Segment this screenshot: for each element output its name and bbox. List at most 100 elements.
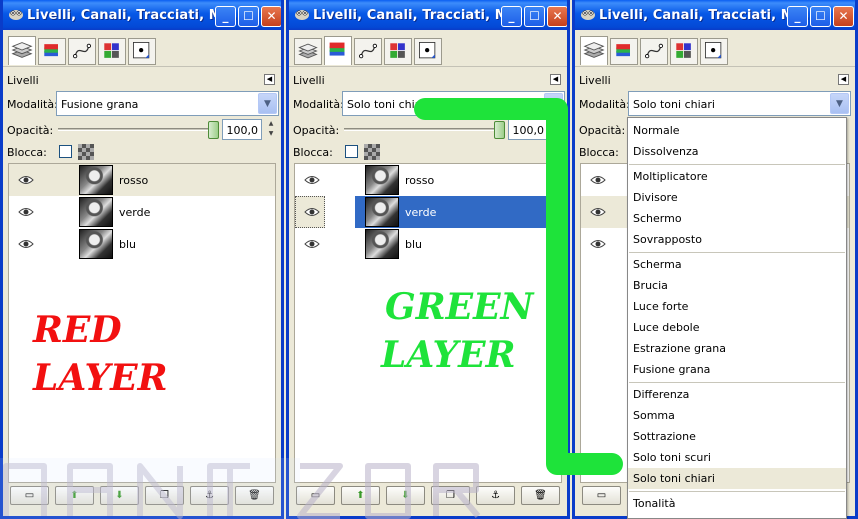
- mode-menu-item[interactable]: Normale: [628, 120, 846, 141]
- mode-menu-item[interactable]: Sovrapposto: [628, 229, 846, 250]
- new-layer-icon[interactable]: ▭: [296, 486, 335, 505]
- mode-menu-item[interactable]: Tonalità: [628, 493, 846, 514]
- mode-menu-item[interactable]: Moltiplicatore: [628, 166, 846, 187]
- mode-select[interactable]: Fusione grana ▼: [56, 91, 279, 116]
- layer-row[interactable]: blu: [295, 228, 561, 260]
- close-button[interactable]: ✕: [547, 6, 567, 27]
- maximize-button[interactable]: ☐: [810, 6, 831, 27]
- eye-icon[interactable]: [304, 174, 320, 186]
- channels-tab-icon[interactable]: [324, 36, 352, 65]
- color-palette-tab-icon[interactable]: [384, 38, 412, 65]
- mode-menu-item[interactable]: Differenza: [628, 384, 846, 405]
- maximize-button[interactable]: ☐: [238, 6, 259, 27]
- brush-tab-icon[interactable]: [700, 38, 728, 65]
- layers-tab-icon[interactable]: [8, 36, 36, 65]
- opacity-spin-arrows[interactable]: ▲ ▼: [264, 119, 278, 140]
- mode-menu-item[interactable]: Scherma: [628, 254, 846, 275]
- duplicate-layer-icon[interactable]: ❐: [431, 486, 470, 505]
- lock-alpha-icon[interactable]: [364, 144, 380, 160]
- opacity-slider[interactable]: [344, 128, 504, 131]
- opacity-input[interactable]: 100,0: [508, 119, 548, 140]
- mode-menu-item[interactable]: Dissolvenza: [628, 141, 846, 162]
- eye-icon[interactable]: [18, 206, 34, 218]
- paths-tab-icon[interactable]: [640, 38, 668, 65]
- close-button[interactable]: ✕: [261, 6, 281, 27]
- close-button[interactable]: ✕: [833, 6, 854, 27]
- eye-icon[interactable]: [18, 238, 34, 250]
- layer-row[interactable]: rosso: [295, 164, 561, 196]
- layers-dialog-2: Livelli, Canali, Tracciati, M... _ ☐ ✕ L…: [286, 0, 570, 519]
- raise-layer-icon[interactable]: ⬆: [55, 486, 94, 505]
- mode-menu-item[interactable]: Solo toni chiari: [628, 468, 846, 489]
- mode-menu-item[interactable]: Somma: [628, 405, 846, 426]
- panel-menu-icon[interactable]: ◀: [550, 74, 561, 85]
- lock-pixels-checkbox[interactable]: [59, 145, 72, 158]
- mode-menu-item[interactable]: Fusione grana: [628, 359, 846, 380]
- maximize-button[interactable]: ☐: [524, 6, 545, 27]
- paths-tab-icon[interactable]: [354, 38, 382, 65]
- panel-menu-icon[interactable]: ◀: [264, 74, 275, 85]
- layers-tab-icon[interactable]: [580, 36, 608, 65]
- mode-menu-item[interactable]: Estrazione grana: [628, 338, 846, 359]
- dock-tabs: [577, 34, 853, 66]
- lower-layer-icon[interactable]: ⬇: [386, 486, 425, 505]
- color-palette-tab-icon[interactable]: [98, 38, 126, 65]
- lock-alpha-icon[interactable]: [78, 144, 94, 160]
- opacity-input[interactable]: 100,0: [222, 119, 262, 140]
- opacity-slider[interactable]: [58, 128, 218, 131]
- color-palette-tab-icon[interactable]: [670, 38, 698, 65]
- layer-row[interactable]: blu: [9, 228, 275, 260]
- title-bar[interactable]: Livelli, Canali, Tracciati, M... _ ☐ ✕: [575, 0, 855, 30]
- delete-layer-icon[interactable]: 🗑: [235, 486, 274, 505]
- lower-layer-icon[interactable]: ⬇: [100, 486, 139, 505]
- gimp-icon: [581, 10, 595, 20]
- anchor-layer-icon[interactable]: ⚓: [476, 486, 515, 505]
- chevron-down-icon[interactable]: ▼: [830, 93, 849, 114]
- eye-icon[interactable]: [590, 238, 606, 250]
- layer-row[interactable]: verde: [9, 196, 275, 228]
- mode-menu-item[interactable]: Luce debole: [628, 317, 846, 338]
- brush-tab-icon[interactable]: [128, 38, 156, 65]
- eye-icon[interactable]: [304, 238, 320, 250]
- minimize-button[interactable]: _: [215, 6, 236, 27]
- eye-icon[interactable]: [304, 206, 320, 218]
- mode-select[interactable]: Solo toni chiari ▼: [342, 91, 565, 116]
- title-bar[interactable]: Livelli, Canali, Tracciati, M... _ ☐ ✕: [289, 0, 567, 30]
- mode-select[interactable]: Solo toni chiari ▼: [628, 91, 851, 116]
- title-bar[interactable]: Livelli, Canali, Tracciati, M... _ ☐ ✕: [3, 0, 281, 30]
- mode-menu-item[interactable]: Luce forte: [628, 296, 846, 317]
- lock-pixels-checkbox[interactable]: [345, 145, 358, 158]
- raise-layer-icon[interactable]: ⬆: [341, 486, 380, 505]
- eye-icon[interactable]: [590, 206, 606, 218]
- layers-tab-icon[interactable]: [294, 38, 322, 65]
- duplicate-layer-icon[interactable]: ❐: [145, 486, 184, 505]
- mode-menu-item[interactable]: Sottrazione: [628, 426, 846, 447]
- layer-name: verde: [405, 206, 437, 219]
- layer-thumbnail: [79, 197, 113, 227]
- chevron-down-icon[interactable]: ▼: [544, 93, 563, 114]
- eye-icon[interactable]: [590, 174, 606, 186]
- layer-row[interactable]: rosso: [9, 164, 275, 196]
- panel-menu-icon[interactable]: ◀: [838, 74, 849, 85]
- anchor-layer-icon[interactable]: ⚓: [190, 486, 229, 505]
- opacity-slider-handle[interactable]: [208, 121, 219, 139]
- delete-layer-icon[interactable]: 🗑: [521, 486, 560, 505]
- new-layer-icon[interactable]: ▭: [582, 486, 621, 505]
- mode-menu-item[interactable]: Brucia: [628, 275, 846, 296]
- minimize-button[interactable]: _: [787, 6, 808, 27]
- opacity-value: 100,0: [226, 124, 259, 137]
- paths-tab-icon[interactable]: [68, 38, 96, 65]
- brush-tab-icon[interactable]: [414, 38, 442, 65]
- mode-menu-item[interactable]: Schermo: [628, 208, 846, 229]
- channels-tab-icon[interactable]: [610, 38, 638, 65]
- mode-menu-item[interactable]: Divisore: [628, 187, 846, 208]
- layer-row[interactable]: verde: [295, 196, 561, 228]
- new-layer-icon[interactable]: ▭: [10, 486, 49, 505]
- opacity-spin-arrows[interactable]: ▲ ▼: [550, 119, 564, 140]
- channels-tab-icon[interactable]: [38, 38, 66, 65]
- eye-icon[interactable]: [18, 174, 34, 186]
- opacity-slider-handle[interactable]: [494, 121, 505, 139]
- minimize-button[interactable]: _: [501, 6, 522, 27]
- chevron-down-icon[interactable]: ▼: [258, 93, 277, 114]
- mode-menu-item[interactable]: Solo toni scuri: [628, 447, 846, 468]
